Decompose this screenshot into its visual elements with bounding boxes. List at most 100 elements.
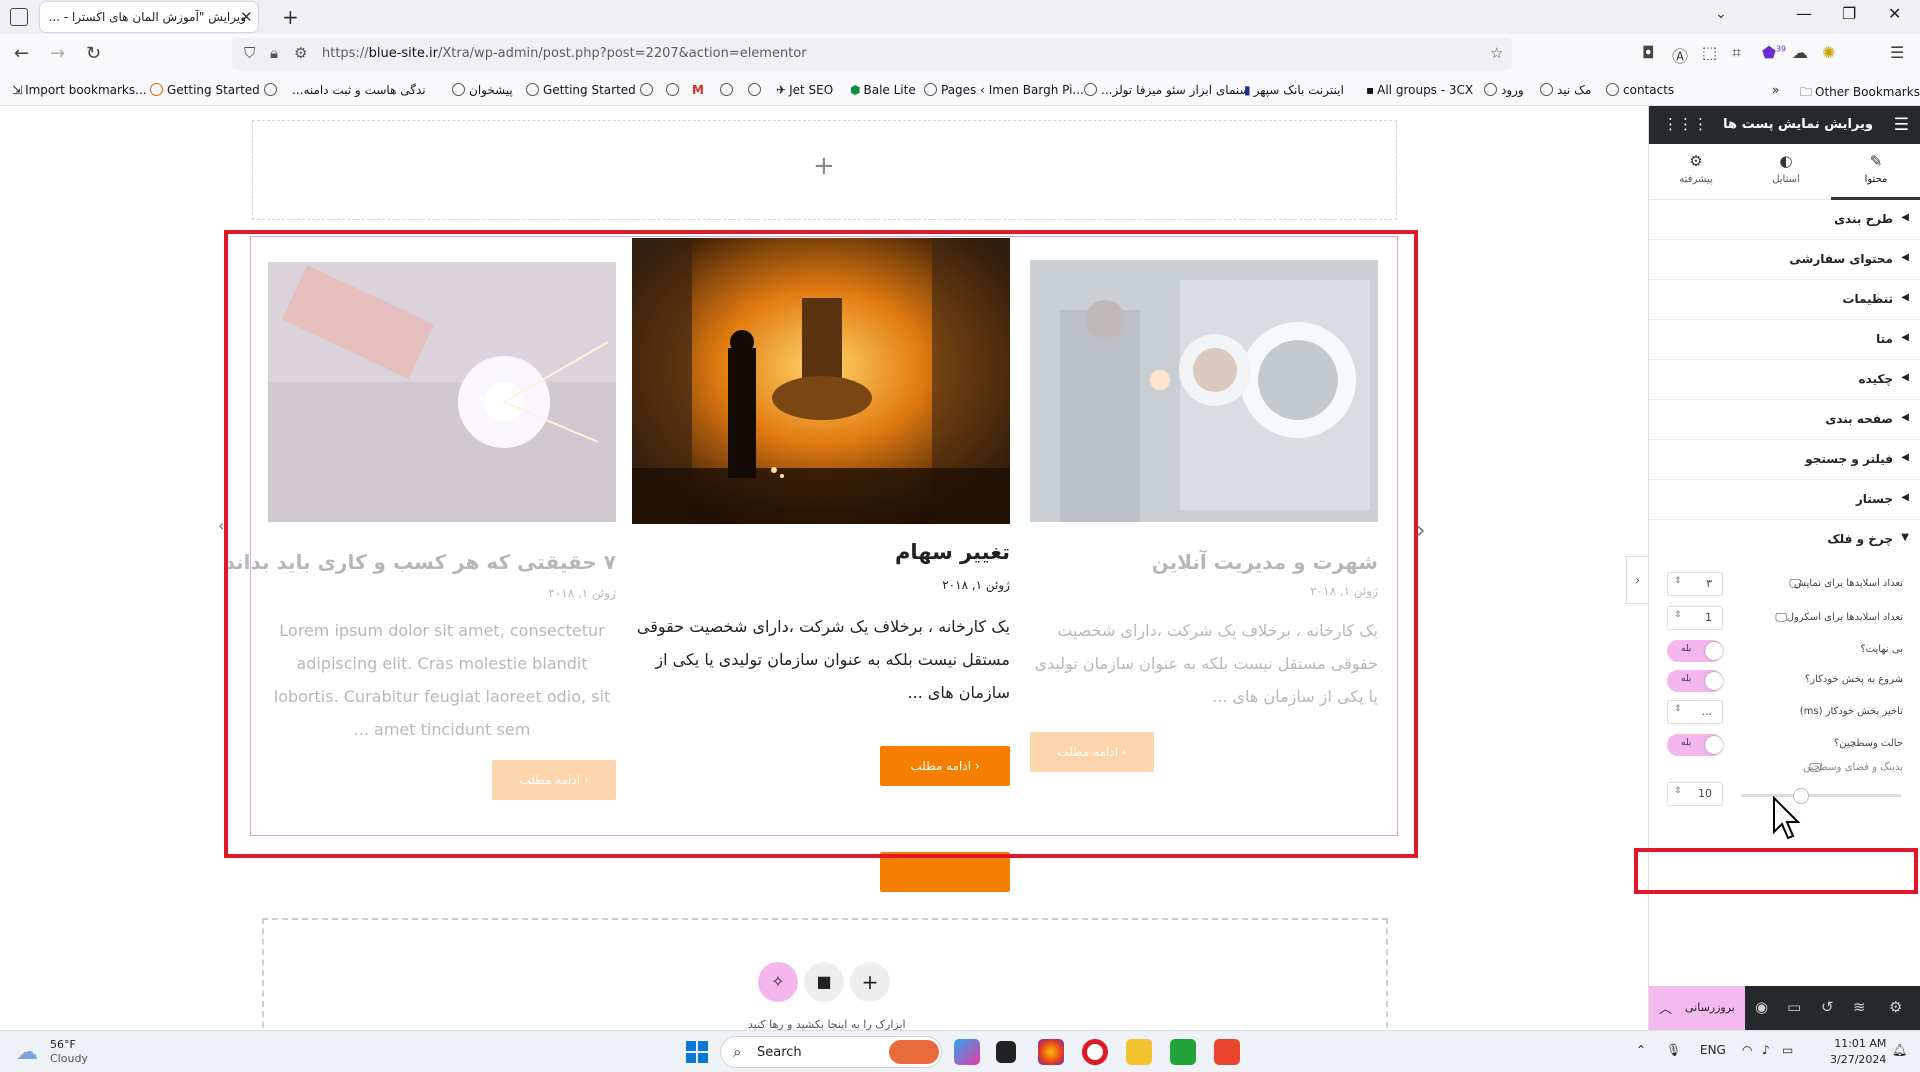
section-query[interactable]: ◀ جستار — [1649, 480, 1920, 520]
section-layout[interactable]: ◀ طرح بندی — [1649, 200, 1920, 240]
back-icon[interactable]: ← — [14, 43, 29, 64]
read-more-button[interactable] — [880, 852, 1010, 892]
tab-advanced[interactable]: ⚙ پیشرفته — [1651, 152, 1741, 185]
red-app-icon[interactable] — [1214, 1039, 1240, 1065]
history-icon[interactable]: ↺ — [1821, 998, 1834, 1016]
desktop-icon[interactable]: 🖵 — [1789, 576, 1801, 591]
bookmark-item[interactable]: Getting Started — [526, 83, 636, 97]
section-meta[interactable]: ◀ متا — [1649, 320, 1920, 360]
preview-icon[interactable]: ◉ — [1755, 998, 1768, 1016]
bookmark-item[interactable]: پیشخوان — [452, 83, 513, 97]
section-settings[interactable]: ◀ تنظیمات — [1649, 280, 1920, 320]
bookmarks-overflow-icon[interactable]: » — [1772, 83, 1779, 97]
address-bar[interactable]: ⛉ 🔒︎ ⚙︎ https://blue-site.ir/Xtra/wp-adm… — [232, 38, 1512, 70]
slides-to-show-input[interactable]: ⇕ ۳ — [1667, 572, 1723, 596]
account-icon[interactable]: Ⓐ — [1672, 43, 1688, 67]
system-clock[interactable]: 11:01 AM 3/27/2024 — [1830, 1036, 1886, 1068]
infinite-toggle[interactable]: بله — [1667, 640, 1723, 662]
extensions-icon[interactable]: ⬚ — [1702, 43, 1717, 62]
permissions-icon[interactable]: ⚙︎ — [294, 44, 307, 62]
bookmark-item[interactable]: مک نید — [1540, 83, 1591, 97]
empty-section[interactable]: + — [252, 120, 1397, 220]
sun-ext-icon[interactable]: ✺ — [1822, 43, 1835, 62]
bookmark-item[interactable]: Getting Started — [150, 83, 260, 97]
tray-overflow-icon[interactable]: ⌃ — [1636, 1043, 1646, 1057]
bookmark-icon-only[interactable] — [264, 83, 281, 97]
bookmark-item[interactable]: Pages ‹ Imen Bargh Pi... — [924, 83, 1084, 97]
star-icon[interactable]: ☆ — [1490, 44, 1503, 62]
hamburger-icon[interactable]: ☰ — [1890, 43, 1904, 62]
bookmark-item[interactable]: ▪ All groups - 3CX — [1366, 83, 1473, 97]
bookmark-item[interactable]: ...سنمای ابزار سئو میزفا تولز — [1084, 83, 1250, 97]
bookmark-icon-only[interactable] — [666, 83, 683, 97]
microphone-icon[interactable]: 🎙︎ — [1666, 1043, 1681, 1057]
section-excerpt[interactable]: ◀ چکیده — [1649, 360, 1920, 400]
close-icon[interactable]: ✕ — [240, 8, 253, 26]
bookmark-icon-only[interactable] — [748, 83, 765, 97]
opera-icon[interactable] — [1082, 1039, 1108, 1065]
chevron-down-icon[interactable]: ⌄ — [1715, 6, 1727, 22]
section-filter-search[interactable]: ◀ فیلتر و جستجو — [1649, 440, 1920, 480]
add-icon[interactable]: + — [813, 151, 835, 181]
grid-icon[interactable]: ⋮⋮⋮ — [1663, 115, 1708, 133]
bookmark-item[interactable]: ✈ Jet SEO — [776, 83, 833, 97]
shield-icon[interactable]: ⛉ — [244, 44, 255, 62]
other-bookmarks[interactable]: 🗀 Other Bookmarks — [1800, 83, 1920, 104]
notification-icon[interactable]: 🔔︎ — [1892, 1043, 1907, 1057]
section-carousel[interactable]: ▼ چرخ و فلک — [1649, 520, 1920, 560]
spinner-icon[interactable]: ⇕ — [1674, 786, 1682, 796]
spinner-icon[interactable]: ⇕ — [1674, 610, 1682, 620]
volume-icon[interactable]: ♪ — [1762, 1043, 1770, 1057]
forward-icon[interactable]: → — [50, 43, 65, 64]
windows-start-icon[interactable] — [686, 1041, 708, 1063]
bookmark-item[interactable]: ...ندگی هاست و ثبت دامنه — [292, 83, 426, 97]
extension-badge-icon[interactable]: ⬟39 — [1762, 43, 1786, 62]
bookmark-icon-only[interactable] — [720, 83, 737, 97]
language-indicator[interactable]: ENG — [1700, 1043, 1726, 1057]
new-tab-icon[interactable]: + — [282, 5, 299, 29]
update-button[interactable]: ︿ بروزرسانی — [1649, 986, 1745, 1030]
desktop-icon[interactable]: 🖵 — [1775, 610, 1787, 625]
center-mode-toggle[interactable]: بله — [1667, 734, 1723, 756]
tab-style[interactable]: ◐ استایل — [1741, 152, 1831, 185]
gmail-icon[interactable]: M — [692, 83, 704, 97]
minimize-icon[interactable]: — — [1796, 4, 1812, 23]
spinner-icon[interactable]: ⇕ — [1674, 704, 1682, 714]
green-app-icon[interactable] — [1170, 1039, 1196, 1065]
restore-icon[interactable]: ❐ — [1842, 4, 1856, 23]
firefox-taskbar-icon[interactable] — [1038, 1039, 1064, 1065]
folder-icon[interactable]: ■ — [804, 962, 844, 1002]
bookmark-item[interactable]: ⬢ Bale Lite — [850, 83, 916, 97]
section-custom-content[interactable]: ◀ محتوای سفارشی — [1649, 240, 1920, 280]
center-padding-slider[interactable] — [1741, 794, 1901, 797]
tab-content[interactable]: ✎ محتوا — [1831, 152, 1920, 185]
file-explorer-icon[interactable] — [1126, 1039, 1152, 1065]
panel-collapse-icon[interactable]: › — [1626, 556, 1648, 604]
wifi-icon[interactable]: ◠ — [1742, 1043, 1752, 1057]
responsive-icon[interactable]: ▭ — [1787, 998, 1801, 1016]
browser-tab-active[interactable]: ویرایش "آموزش المان های اکسترا - ... ✕ — [40, 2, 258, 32]
bookmark-item[interactable]: contacts — [1606, 83, 1674, 97]
carousel-next-icon[interactable]: › — [1416, 516, 1426, 544]
battery-icon[interactable]: ▭ — [1782, 1043, 1793, 1057]
taskbar-search[interactable]: ⌕ Search — [720, 1036, 942, 1068]
bookmark-item[interactable]: ⇲ Import bookmarks... — [12, 83, 147, 97]
bookmark-item[interactable]: ▮ اینترنت بانک سپهر — [1244, 83, 1344, 97]
crop-icon[interactable]: ⌗ — [1732, 43, 1741, 63]
pocket-icon[interactable]: ◘ — [1642, 43, 1655, 62]
tab-list-icon[interactable] — [10, 8, 28, 26]
reload-icon[interactable]: ↻ — [86, 43, 101, 64]
bookmark-icon-only[interactable] — [640, 83, 657, 97]
navigator-icon[interactable]: ≋ — [1853, 998, 1866, 1016]
desktop-icon[interactable]: 🖵 — [1809, 760, 1821, 775]
slides-to-scroll-input[interactable]: ⇕ 1 — [1667, 606, 1723, 630]
center-padding-input[interactable]: ⇕ 10 — [1667, 782, 1723, 806]
spinner-icon[interactable]: ⇕ — [1674, 576, 1682, 586]
hamburger-icon[interactable]: ☰ — [1894, 115, 1909, 135]
close-window-icon[interactable]: ✕ — [1888, 4, 1901, 23]
settings-icon[interactable]: ⚙ — [1889, 998, 1902, 1016]
lock-icon[interactable]: 🔒︎ — [270, 44, 278, 62]
cloud-ext-icon[interactable]: ☁ — [1792, 43, 1808, 62]
autoplay-delay-input[interactable]: ⇕... — [1667, 700, 1723, 724]
section-pagination[interactable]: ◀ صفحه بندی — [1649, 400, 1920, 440]
